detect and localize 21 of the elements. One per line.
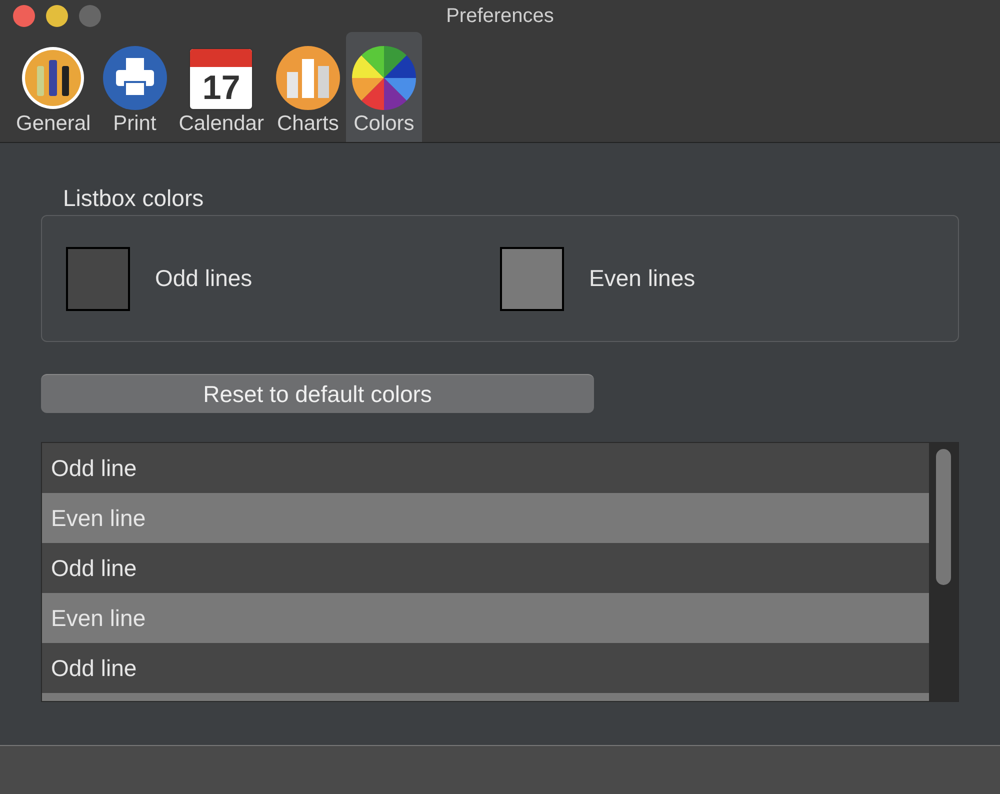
window-title: Preferences xyxy=(446,4,554,29)
swatch-label: Odd lines xyxy=(155,264,252,294)
color-wheel-icon xyxy=(352,46,416,110)
toolbar-tab[interactable]: 17 Calendar xyxy=(172,32,270,142)
swatch-label: Even lines xyxy=(589,264,696,294)
zoom-icon[interactable] xyxy=(79,5,101,27)
minimize-icon[interactable] xyxy=(46,5,68,27)
close-icon[interactable] xyxy=(13,5,35,27)
scrollbar-thumb[interactable] xyxy=(936,449,951,585)
bar-chart-icon xyxy=(276,46,340,110)
toolbar-tab[interactable]: Print xyxy=(96,32,173,142)
toolbar-tab[interactable]: Colors xyxy=(346,32,422,142)
printer-icon xyxy=(102,46,167,110)
calendar-icon: 17 xyxy=(189,48,254,110)
toolbar-tab[interactable]: Charts xyxy=(270,32,346,142)
reset-button[interactable]: Reset to default colors xyxy=(41,374,594,413)
toolbar-tab[interactable]: General xyxy=(10,32,97,142)
group-title: Listbox colors xyxy=(63,187,205,210)
color-swatch[interactable] xyxy=(66,246,130,310)
color-swatch[interactable] xyxy=(500,246,564,310)
scrollbar[interactable] xyxy=(929,443,958,701)
